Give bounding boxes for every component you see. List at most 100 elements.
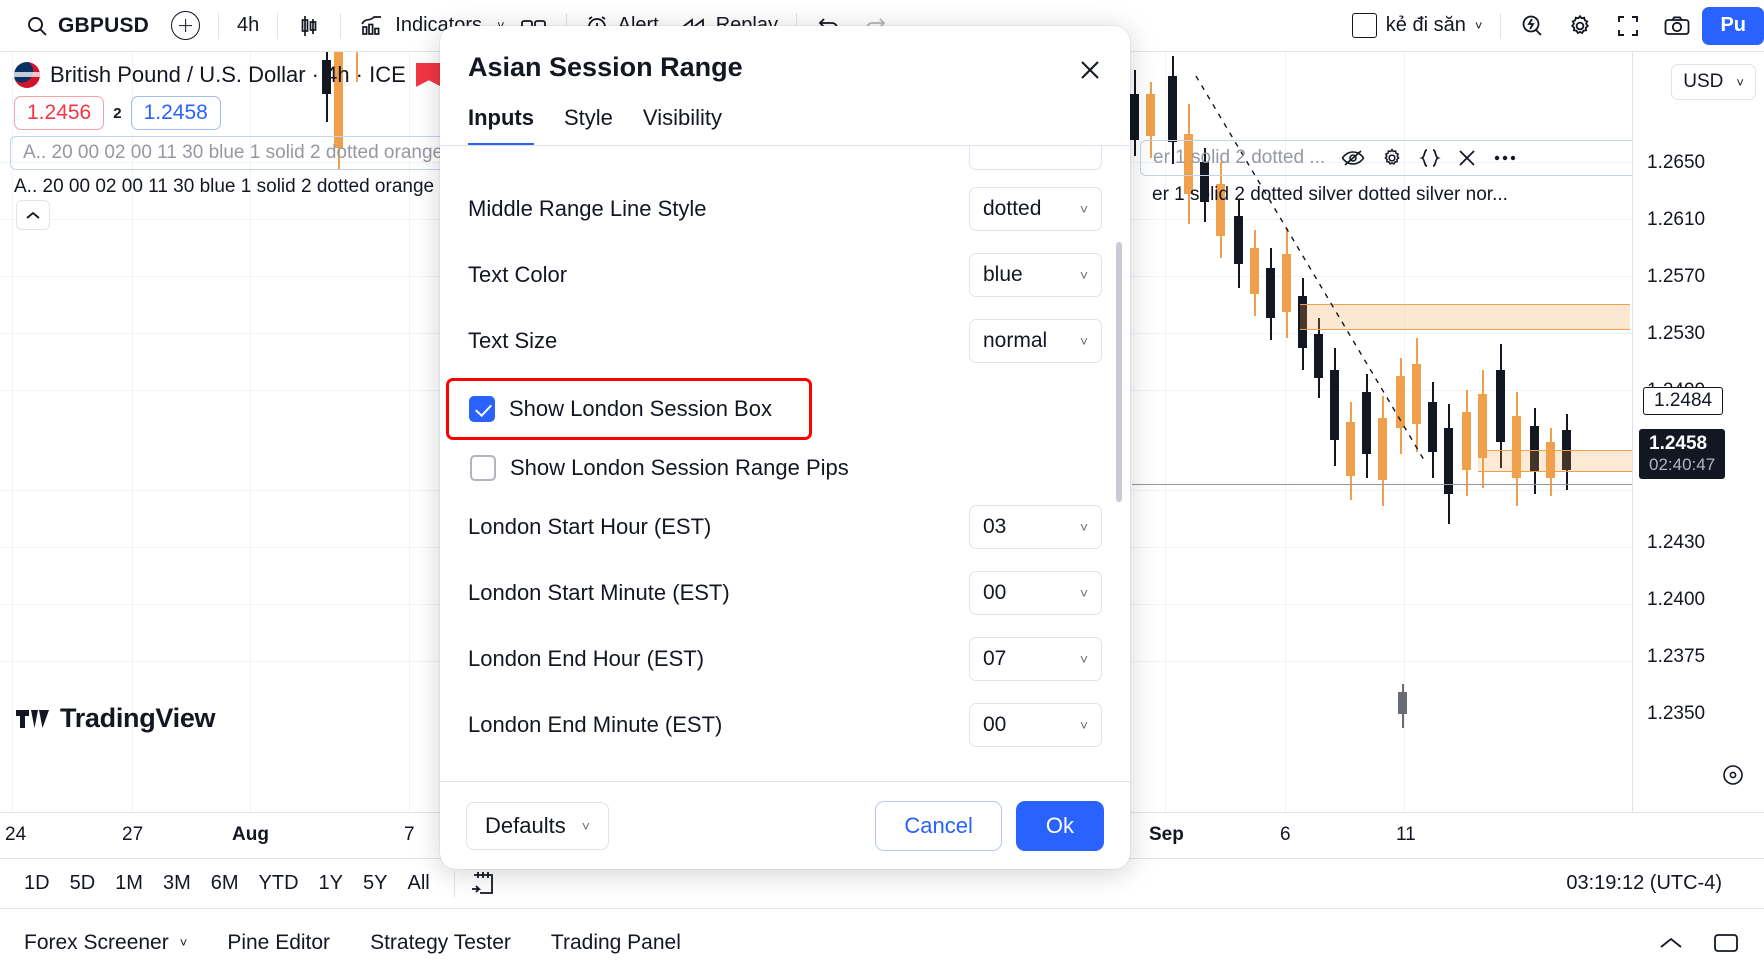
crosshair-target-icon[interactable] (1720, 762, 1746, 794)
more-options-icon[interactable] (1493, 154, 1517, 162)
timeframe-button[interactable]: 4h (226, 7, 270, 45)
quick-search-button[interactable] (1508, 7, 1556, 45)
row-show-london-session-box[interactable]: Show London Session Box (469, 383, 789, 435)
field-label: Middle Range Line Style (468, 196, 706, 222)
footer-item-trading-panel[interactable]: Trading Panel (551, 931, 681, 955)
legend-collapse-button[interactable] (16, 200, 50, 230)
chevron-down-icon: ˅ (1736, 75, 1744, 90)
chevron-up-icon[interactable] (1658, 936, 1684, 950)
range-button-5y[interactable]: 5Y (353, 868, 397, 899)
range-button-ytd[interactable]: YTD (249, 868, 309, 899)
indicators-icon (359, 13, 386, 39)
layout-name-label: kẻ đi săn (1386, 14, 1466, 37)
indicator-legend-1[interactable]: A.. 20 00 02 00 11 30 blue 1 solid 2 dot… (10, 136, 450, 170)
snapshot-button[interactable] (1652, 7, 1702, 45)
middle-range-line-style-select[interactable]: dotted ˅ (969, 187, 1102, 231)
time-tick: Sep (1149, 824, 1184, 846)
eye-off-icon[interactable] (1341, 149, 1365, 167)
dialog-body[interactable]: Middle Range Line Style dotted ˅ Text Co… (440, 146, 1130, 781)
show-london-session-range-pips-checkbox[interactable] (470, 455, 496, 481)
ok-button[interactable]: Ok (1016, 801, 1104, 851)
range-button-5d[interactable]: 5D (60, 868, 106, 899)
tab-inputs[interactable]: Inputs (468, 105, 534, 145)
chart-type-button[interactable] (285, 7, 333, 45)
ask-price[interactable]: 1.2458 (131, 96, 221, 130)
single-layout-icon (1352, 13, 1377, 38)
fullscreen-button[interactable] (1604, 7, 1652, 45)
range-button-1d[interactable]: 1D (14, 868, 60, 899)
range-button-all[interactable]: All (397, 868, 439, 899)
tab-visibility[interactable]: Visibility (643, 105, 722, 145)
toolbar-divider (277, 13, 278, 39)
price-tick: 1.2570 (1647, 266, 1705, 288)
dialog-actions: Cancel Ok (875, 801, 1104, 851)
gbp-usd-flag-icon (14, 62, 40, 88)
text-size-select[interactable]: normal ˅ (969, 319, 1102, 363)
symbol-description: British Pound / U.S. Dollar · 4h · ICE (50, 62, 406, 88)
bid-price[interactable]: 1.2456 (14, 96, 104, 130)
price-scale[interactable]: USD ˅ 1.2650 1.2610 1.2570 1.2530 1.2490… (1632, 52, 1764, 812)
row-middle-range-line-style: Middle Range Line Style dotted ˅ (468, 176, 1102, 242)
indicator-legend-2[interactable]: A.. 20 00 02 00 11 30 blue 1 solid 2 dot… (0, 172, 460, 202)
range-button-6m[interactable]: 6M (201, 868, 249, 899)
toolbar-divider (340, 13, 341, 39)
symbol-search-button[interactable]: GBPUSD (14, 7, 160, 45)
gear-icon (1567, 13, 1593, 39)
price-tick: 1.2530 (1647, 323, 1705, 345)
select-value: normal (983, 329, 1047, 353)
tradingview-logo: TradingView (16, 703, 215, 734)
range-button-3m[interactable]: 3M (153, 868, 201, 899)
fullscreen-icon (1615, 13, 1641, 39)
indicator-settings-dialog: Asian Session Range Inputs Style Visibil… (440, 26, 1130, 869)
field-label: London Start Hour (EST) (468, 514, 711, 540)
dialog-tabs: Inputs Style Visibility (468, 83, 1102, 145)
range-button-1y[interactable]: 1Y (309, 868, 353, 899)
add-symbol-button[interactable] (160, 7, 211, 45)
maximize-icon[interactable] (1712, 931, 1740, 955)
london-end-hour-select[interactable]: 07 ˅ (969, 637, 1102, 681)
cancel-button[interactable]: Cancel (875, 801, 1001, 851)
source-code-icon[interactable] (1419, 148, 1441, 168)
red-flag-icon (416, 63, 442, 87)
quote-row: 1.2456 2 1.2458 (0, 90, 460, 134)
footer-item-strategy-tester[interactable]: Strategy Tester (370, 931, 511, 955)
chevron-down-icon: ˅ (1080, 201, 1088, 217)
text-color-select[interactable]: blue ˅ (969, 253, 1102, 297)
price-tick: 1.2430 (1647, 532, 1705, 554)
close-icon[interactable] (1457, 148, 1477, 168)
row-show-london-session-range-pips[interactable]: Show London Session Range Pips (470, 442, 1102, 494)
publish-button[interactable]: Pu (1702, 7, 1764, 45)
london-end-minute-select[interactable]: 00 ˅ (969, 703, 1102, 747)
go-to-date-icon[interactable] (469, 870, 499, 898)
footer-item-pine-editor[interactable]: Pine Editor (227, 931, 330, 955)
dialog-scrollbar[interactable] (1116, 242, 1122, 502)
row-london-start-minute: London Start Minute (EST) 00 ˅ (468, 560, 1102, 626)
price-tick: 1.2610 (1647, 209, 1705, 231)
defaults-button[interactable]: Defaults ˅ (466, 802, 609, 850)
time-tick: 11 (1396, 824, 1416, 846)
symbol-header[interactable]: British Pound / U.S. Dollar · 4h · ICE (0, 52, 460, 90)
chart-settings-button[interactable] (1556, 7, 1604, 45)
dialog-title: Asian Session Range (468, 52, 1102, 83)
tab-style[interactable]: Style (564, 105, 613, 145)
indicator-legend-right-1[interactable]: er 1 solid 2 dotted ... (1140, 140, 1670, 176)
currency-select[interactable]: USD ˅ (1671, 64, 1756, 100)
close-icon[interactable] (1072, 52, 1108, 88)
london-start-minute-select[interactable]: 00 ˅ (969, 571, 1102, 615)
field-label: London End Minute (EST) (468, 712, 722, 738)
london-start-hour-select[interactable]: 03 ˅ (969, 505, 1102, 549)
indicator-legend-right-2[interactable]: er 1 solid 2 dotted silver dotted silver… (1140, 176, 1670, 214)
footer-label: Forex Screener (24, 931, 169, 955)
footer-item-forex-screener[interactable]: Forex Screener ˅ (24, 931, 187, 955)
price-tick: 1.2375 (1647, 646, 1705, 668)
chart-legend-right: er 1 solid 2 dotted ... (1140, 140, 1670, 214)
checkbox-label: Show London Session Range Pips (510, 455, 849, 481)
gear-icon[interactable] (1381, 147, 1403, 169)
show-london-session-box-checkbox[interactable] (469, 396, 495, 422)
layout-select-button[interactable]: kẻ đi săn ˅ (1341, 7, 1494, 45)
row-london-end-minute: London End Minute (EST) 00 ˅ (468, 692, 1102, 758)
search-icon (25, 14, 49, 38)
highlight-annotation-box: Show London Session Box (446, 378, 812, 440)
bar-countdown: 02:40:47 (1649, 455, 1715, 475)
range-button-1m[interactable]: 1M (105, 868, 153, 899)
